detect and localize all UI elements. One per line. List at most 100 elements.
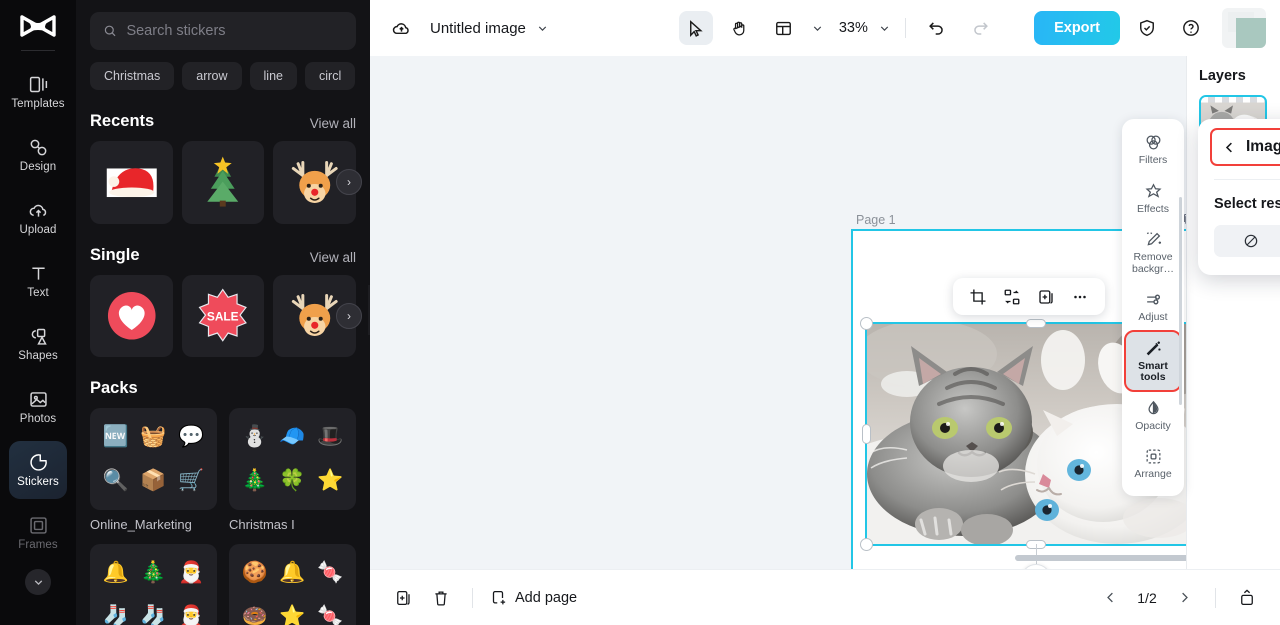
resolution-option-none[interactable] xyxy=(1214,225,1280,257)
chip-christmas[interactable]: Christmas xyxy=(90,62,175,90)
delete-page-button[interactable] xyxy=(426,583,456,613)
expand-panel-button[interactable] xyxy=(1232,583,1262,613)
hand-tool-button[interactable] xyxy=(723,11,757,45)
document-title[interactable]: Untitled image xyxy=(430,20,526,37)
single-header: Single View all xyxy=(90,246,356,265)
back-button[interactable] xyxy=(1222,140,1237,155)
pack-emoji: 🆕 xyxy=(102,425,129,449)
select-tool-button[interactable] xyxy=(678,11,713,45)
sidebar-item-stickers[interactable]: Stickers xyxy=(9,441,67,499)
chevron-down-icon[interactable] xyxy=(878,22,891,35)
pack-christmas-i[interactable]: ⛄ 🧢 🎩 🎄 🍀 ⭐ Christmas I xyxy=(229,408,356,532)
resize-handle-top[interactable] xyxy=(1026,319,1046,328)
right-tools-panel: Filters Effects Remove backgr… Adjust Sm… xyxy=(1122,119,1184,496)
duplicate-button[interactable] xyxy=(1032,283,1060,311)
sidebar-item-label: Photos xyxy=(19,413,57,425)
export-button[interactable]: Export xyxy=(1034,11,1120,45)
pack-emoji: 🔍 xyxy=(102,469,129,493)
add-page-button[interactable]: Add page xyxy=(489,589,577,607)
search-input[interactable] xyxy=(126,23,343,39)
search-stickers-box[interactable] xyxy=(90,12,356,50)
redo-button[interactable] xyxy=(964,11,998,45)
sidebar-item-photos[interactable]: Photos xyxy=(9,378,67,436)
sidebar-item-label: Upload xyxy=(19,224,57,236)
cloud-sync-icon[interactable] xyxy=(384,11,418,45)
pack-label: Online_Marketing xyxy=(90,517,192,533)
chip-circle[interactable]: circl xyxy=(305,62,356,90)
sticker-sale-badge[interactable]: SALE xyxy=(181,274,265,358)
sidebar-item-upload[interactable]: Upload xyxy=(9,189,67,247)
tool-remove-background[interactable]: Remove backgr… xyxy=(1126,223,1180,281)
sidebar-item-text[interactable]: Text xyxy=(9,252,67,310)
expand-up-icon xyxy=(1241,588,1253,605)
sticker-christmas-tree[interactable] xyxy=(181,141,265,224)
chevron-down-icon[interactable] xyxy=(25,569,51,595)
tools-scrollbar[interactable] xyxy=(1179,197,1182,405)
zoom-level[interactable]: 33% xyxy=(834,20,868,36)
add-page-icon xyxy=(492,590,506,604)
duplicate-page-button[interactable] xyxy=(388,583,418,613)
chevron-down-icon[interactable] xyxy=(536,22,549,35)
sticker-heart[interactable] xyxy=(90,274,173,358)
pack-gingerbread[interactable]: 🍪 🔔 🍬 🍩 ⭐ 🍬 xyxy=(229,544,356,625)
chevron-right-icon[interactable]: › xyxy=(336,303,362,329)
tool-filters[interactable]: Filters xyxy=(1126,126,1180,173)
chevron-left-icon xyxy=(1106,592,1113,603)
upscaler-title: Image upscaler xyxy=(1246,138,1280,155)
sidebar-item-templates[interactable]: Templates xyxy=(9,63,67,121)
cursor-select-icon xyxy=(690,19,704,37)
avatar[interactable] xyxy=(1222,8,1266,48)
page-label: Page 1 xyxy=(856,213,896,227)
pack-preview: ⛄ 🧢 🎩 🎄 🍀 ⭐ xyxy=(229,408,356,511)
panel-collapse-handle[interactable] xyxy=(368,285,370,335)
pack-emoji: 🛒 xyxy=(178,469,205,493)
view-all-recents[interactable]: View all xyxy=(310,116,356,131)
pack-online-marketing[interactable]: 🆕 🧺 💬 🔍 📦 🛒 Online_Marketing xyxy=(90,408,217,532)
pack-emoji: ⭐ xyxy=(279,605,306,625)
replace-image-button[interactable] xyxy=(998,283,1026,311)
resize-handle-left[interactable] xyxy=(862,424,871,444)
santa-hat-sticker xyxy=(106,167,157,197)
canvas-area[interactable]: Page 1 Imag Select res Filters Effects R… xyxy=(370,56,1280,569)
heart-sticker xyxy=(107,292,156,340)
sidebar-item-shapes[interactable]: Shapes xyxy=(9,315,67,373)
sidebar-item-design[interactable]: Design xyxy=(9,126,67,184)
packs-grid: 🆕 🧺 💬 🔍 📦 🛒 Online_Marketing ⛄ 🧢 🎩 🎄 🍀 ⭐… xyxy=(90,408,356,625)
pack-preview: 🔔 🎄 🎅 🧦 🧦 🎅 xyxy=(90,544,217,625)
app-logo[interactable] xyxy=(16,10,60,44)
sidebar-item-frames[interactable]: Frames xyxy=(9,504,67,562)
tool-label: Adjust xyxy=(1138,311,1168,323)
chevron-down-icon[interactable] xyxy=(811,22,824,35)
tool-adjust[interactable]: Adjust xyxy=(1126,283,1180,330)
chip-arrow[interactable]: arrow xyxy=(182,62,242,90)
layout-button[interactable] xyxy=(767,11,801,45)
popup-divider xyxy=(1214,179,1280,180)
chevron-right-icon[interactable]: › xyxy=(336,169,362,196)
bottom-bar: Add page 1/2 xyxy=(370,569,1280,625)
resize-handle-bottom-left[interactable] xyxy=(860,538,873,551)
undo-button[interactable] xyxy=(920,11,954,45)
crop-button[interactable] xyxy=(964,283,992,311)
undo-icon xyxy=(929,21,944,35)
tool-effects[interactable]: Effects xyxy=(1126,175,1180,222)
more-button[interactable] xyxy=(1066,283,1094,311)
prev-page-button[interactable] xyxy=(1095,583,1125,613)
tool-opacity[interactable]: Opacity xyxy=(1126,392,1180,439)
sidebar-item-label: Design xyxy=(19,161,57,173)
pack-christmas-ii[interactable]: 🔔 🎄 🎅 🧦 🧦 🎅 xyxy=(90,544,217,625)
shield-check-icon[interactable] xyxy=(1130,11,1164,45)
pack-emoji: 🧺 xyxy=(140,425,167,449)
tool-label: Effects xyxy=(1137,202,1169,215)
replace-image-icon xyxy=(1004,289,1020,304)
help-circle-icon[interactable] xyxy=(1174,11,1208,45)
sticker-santa-hat[interactable] xyxy=(90,141,173,224)
tool-smart-tools[interactable]: Smart tools xyxy=(1124,329,1182,392)
view-all-single[interactable]: View all xyxy=(310,250,356,265)
resize-handle-top-left[interactable] xyxy=(860,317,873,330)
filters-icon xyxy=(1146,135,1160,150)
next-page-button[interactable] xyxy=(1169,583,1199,613)
opacity-drop-icon xyxy=(1147,400,1159,414)
chip-line[interactable]: line xyxy=(249,62,297,90)
tool-label: Opacity xyxy=(1135,419,1171,432)
tool-arrange[interactable]: Arrange xyxy=(1126,440,1180,487)
